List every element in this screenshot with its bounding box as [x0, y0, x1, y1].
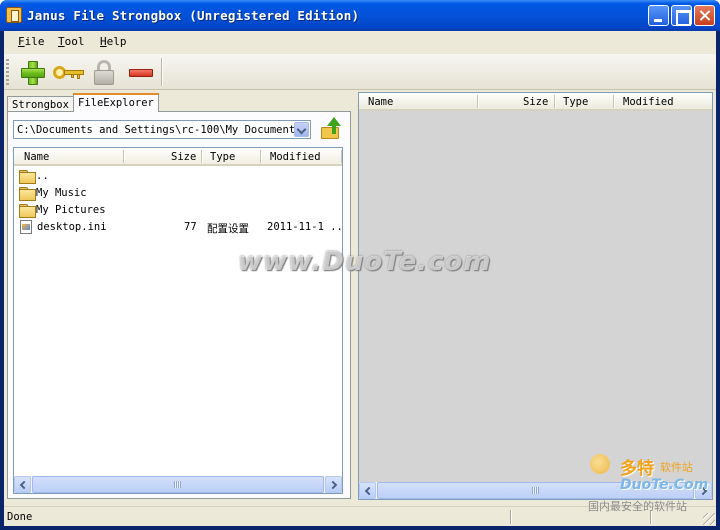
file-list[interactable]: Name Size Type Modified .. My Music My P…	[13, 147, 343, 494]
column-divider[interactable]	[341, 150, 342, 163]
logo-slogan: 国内最安全的软件站	[588, 500, 687, 513]
minimize-button[interactable]	[648, 5, 669, 26]
toolbar-grip[interactable]	[6, 59, 9, 85]
column-divider[interactable]	[260, 150, 261, 163]
list-item[interactable]: My Pictures	[14, 202, 342, 219]
ini-file-icon	[20, 220, 32, 234]
toolbar-separator	[161, 58, 162, 86]
menu-tool[interactable]: Tool	[58, 35, 85, 48]
list-item[interactable]: desktop.ini 77 配置设置 2011-11-1 ..	[14, 219, 342, 236]
column-divider[interactable]	[477, 95, 478, 108]
list-item[interactable]: My Music	[14, 185, 342, 202]
window-title: Janus File Strongbox (Unregistered Editi…	[27, 8, 360, 23]
column-name[interactable]: Name	[368, 96, 393, 108]
logo-main: 多特	[620, 459, 654, 479]
status-divider	[510, 510, 511, 524]
column-name[interactable]: Name	[24, 151, 49, 163]
path-combobox[interactable]: C:\Documents and Settings\rc-100\My Docu…	[13, 120, 311, 139]
column-type[interactable]: Type	[563, 96, 588, 108]
menu-help[interactable]: Help	[100, 35, 127, 48]
logo-sub: 软件站	[660, 461, 693, 474]
file-explorer-panel: C:\Documents and Settings\rc-100\My Docu…	[7, 111, 351, 499]
file-type: 配置设置	[207, 223, 249, 235]
file-modified: 2011-11-1 ..	[267, 221, 343, 233]
close-button[interactable]	[694, 5, 715, 26]
remove-icon[interactable]	[126, 58, 154, 86]
column-size[interactable]: Size	[171, 151, 196, 163]
folder-icon	[19, 187, 36, 201]
menu-file[interactable]: File	[18, 35, 45, 48]
folder-up-icon[interactable]	[319, 117, 343, 141]
app-window: Janus File Strongbox (Unregistered Editi…	[0, 0, 720, 530]
column-modified[interactable]: Modified	[270, 151, 321, 163]
mascot-icon	[590, 454, 610, 474]
folder-icon	[19, 170, 36, 184]
file-name: My Pictures	[36, 204, 106, 216]
scroll-left-icon[interactable]	[14, 476, 31, 493]
lock-icon[interactable]	[90, 58, 118, 86]
tab-strongbox[interactable]: Strongbox	[7, 96, 74, 112]
column-divider[interactable]	[613, 95, 614, 108]
menu-bar: File Tool Help	[4, 31, 716, 53]
column-divider[interactable]	[123, 150, 124, 163]
maximize-button[interactable]	[671, 5, 692, 26]
strongbox-list[interactable]: Name Size Type Modified	[358, 92, 713, 500]
scroll-right-icon[interactable]	[325, 476, 342, 493]
horizontal-scrollbar[interactable]	[14, 476, 342, 493]
file-name: desktop.ini	[37, 221, 107, 233]
corner-watermark-logo: 多特 软件站 DuoTe.Com 国内最安全的软件站	[584, 450, 716, 516]
file-list-header: Name Size Type Modified	[14, 148, 342, 166]
column-divider[interactable]	[201, 150, 202, 163]
logo-url: DuoTe.Com	[620, 477, 709, 493]
column-size[interactable]: Size	[523, 96, 548, 108]
watermark-text: www.DuoTe.com	[238, 247, 492, 277]
file-name: ..	[36, 170, 49, 182]
list-item[interactable]: ..	[14, 168, 342, 185]
status-text: Done	[7, 511, 33, 523]
left-pane: Strongbox C:\Documents and Settings\rc-1…	[6, 92, 354, 500]
strongbox-list-header: Name Size Type Modified	[359, 93, 712, 111]
scroll-left-icon[interactable]	[359, 482, 376, 499]
tab-file-explorer[interactable]: FileExplorer	[73, 93, 159, 112]
chevron-down-icon[interactable]	[294, 122, 309, 137]
title-bar[interactable]: Janus File Strongbox (Unregistered Editi…	[0, 0, 720, 31]
column-divider[interactable]	[554, 95, 555, 108]
folder-icon	[19, 204, 36, 218]
toolbar	[4, 54, 716, 90]
scroll-thumb[interactable]	[32, 476, 324, 493]
column-modified[interactable]: Modified	[623, 96, 674, 108]
key-icon[interactable]	[52, 58, 86, 86]
column-type[interactable]: Type	[210, 151, 235, 163]
path-value: C:\Documents and Settings\rc-100\My Docu…	[17, 124, 302, 136]
file-name: My Music	[36, 187, 87, 199]
file-size: 77	[184, 221, 197, 233]
add-icon[interactable]	[18, 58, 46, 86]
app-icon[interactable]	[6, 7, 22, 23]
